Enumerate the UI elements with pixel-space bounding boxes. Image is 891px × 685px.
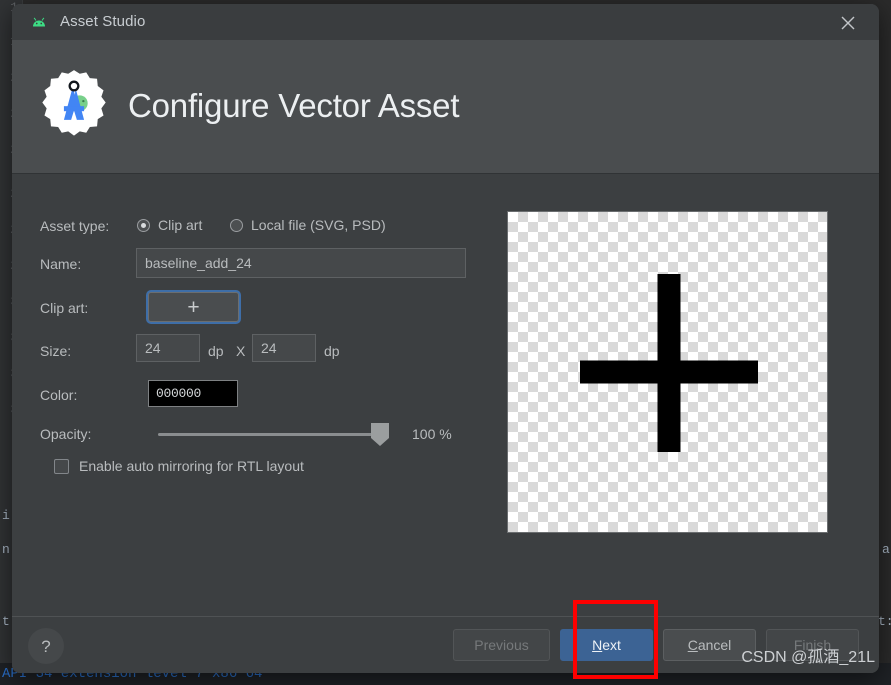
radio-unselected-icon <box>230 218 243 232</box>
dialog-header: Configure Vector Asset <box>12 40 879 174</box>
preview-plus-horizontal-bar <box>580 360 759 384</box>
previous-button-label: Previous <box>474 637 529 653</box>
checkbox-unchecked-icon <box>54 458 69 474</box>
opacity-value-label: 100 % <box>412 426 452 442</box>
color-swatch-button[interactable]: 000000 <box>148 380 238 407</box>
code-fragment: n <box>2 542 10 557</box>
dialog-body: Asset type: Clip art Local file (SVG, PS… <box>12 174 879 609</box>
code-fragment: a <box>882 542 890 557</box>
android-studio-logo-icon <box>42 70 106 136</box>
previous-button[interactable]: Previous <box>453 629 550 661</box>
vector-preview <box>507 211 828 533</box>
size-separator: X <box>236 343 246 359</box>
color-label: Color: <box>40 387 78 403</box>
size-height-input[interactable]: 24 <box>252 334 316 362</box>
name-input[interactable]: baseline_add_24 <box>136 248 466 278</box>
close-button[interactable] <box>825 4 871 40</box>
android-robot-icon <box>33 17 45 27</box>
radio-clip-art[interactable]: Clip art <box>137 217 202 233</box>
size-width-unit: dp <box>208 343 224 359</box>
dialog-title: Asset Studio <box>60 13 146 30</box>
plus-icon: + <box>187 295 200 319</box>
asset-type-label: Asset type: <box>40 218 110 234</box>
size-height-unit: dp <box>324 343 340 359</box>
page-title: Configure Vector Asset <box>128 87 460 124</box>
close-icon <box>841 16 855 30</box>
size-width-input[interactable]: 24 <box>136 334 200 362</box>
size-label: Size: <box>40 343 72 359</box>
asset-studio-dialog: Asset Studio Configure Vector Asset Asse… <box>12 4 879 673</box>
dialog-title-bar: Asset Studio <box>12 4 879 41</box>
clip-art-label: Clip art: <box>40 300 89 316</box>
clip-art-picker-button[interactable]: + <box>148 292 239 322</box>
code-fragment: t: <box>878 614 891 629</box>
code-fragment: i <box>2 508 10 523</box>
cancel-rest: ancel <box>697 637 732 653</box>
next-mnemonic: N <box>592 637 603 653</box>
code-fragment: t <box>2 614 10 629</box>
help-icon: ? <box>41 636 51 656</box>
name-label: Name: <box>40 256 82 272</box>
radio-local-file-label: Local file (SVG, PSD) <box>251 217 386 233</box>
radio-clip-art-label: Clip art <box>158 217 203 233</box>
next-button[interactable]: Next <box>560 629 653 661</box>
radio-selected-icon <box>137 218 150 232</box>
watermark-text: CSDN @孤酒_21L <box>741 649 875 666</box>
opacity-label: Opacity: <box>40 426 92 442</box>
opacity-slider-thumb[interactable] <box>370 422 390 447</box>
next-button-label: Next <box>592 637 621 653</box>
rtl-mirroring-checkbox[interactable]: Enable auto mirroring for RTL layout <box>54 458 304 474</box>
next-rest: ext <box>602 637 621 653</box>
help-button[interactable]: ? <box>28 628 64 664</box>
rtl-mirroring-label: Enable auto mirroring for RTL layout <box>79 458 304 474</box>
cancel-mnemonic: C <box>687 637 698 653</box>
radio-local-file[interactable]: Local file (SVG, PSD) <box>230 217 386 233</box>
opacity-slider-track[interactable] <box>158 433 389 436</box>
cancel-button-label: Cancel <box>688 637 732 653</box>
color-hex-value: 000000 <box>156 386 202 401</box>
